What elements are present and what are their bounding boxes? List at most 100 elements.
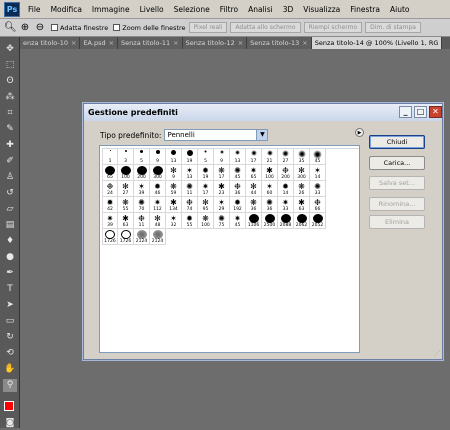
- brush-preset[interactable]: 1726: [118, 229, 134, 245]
- panel-menu-icon[interactable]: ▶: [355, 128, 364, 137]
- menu-modifica[interactable]: Modifica: [46, 0, 87, 19]
- brush-preset[interactable]: 45: [310, 149, 326, 165]
- brush-preset[interactable]: ❋ 17: [214, 165, 230, 181]
- menu-selezione[interactable]: Selezione: [169, 0, 215, 19]
- brush-preset[interactable]: ✹ 19: [198, 165, 214, 181]
- brush-preset[interactable]: ❋ 59: [166, 181, 182, 197]
- brush-preset[interactable]: ✺ 11: [182, 181, 198, 197]
- brush-tool-icon[interactable]: ✐: [3, 155, 17, 168]
- magic-wand-tool-icon[interactable]: ⁂: [3, 91, 17, 104]
- zoom-all-checkbox[interactable]: Zoom delle finestre: [113, 24, 186, 32]
- delete-button[interactable]: Elimina: [369, 215, 425, 229]
- brush-preset[interactable]: ✷ 39: [102, 213, 118, 229]
- hand-tool-icon[interactable]: ✋: [3, 363, 17, 376]
- brush-preset[interactable]: ❉ 74: [182, 197, 198, 213]
- brush-preset[interactable]: ✷ 33: [278, 197, 294, 213]
- history-brush-tool-icon[interactable]: ↺: [3, 187, 17, 200]
- brush-preset[interactable]: 35: [294, 149, 310, 165]
- brush-preset[interactable]: ✻ 44: [246, 181, 262, 197]
- brush-preset[interactable]: ✷ 65: [246, 165, 262, 181]
- brush-preset[interactable]: 2052: [310, 213, 326, 229]
- brush-preset[interactable]: ❋ 36: [246, 197, 262, 213]
- brush-preset[interactable]: ❉ 36: [230, 181, 246, 197]
- brush-preset[interactable]: ✶ 32: [166, 213, 182, 229]
- brush-preset[interactable]: 1726: [102, 229, 118, 245]
- move-tool-icon[interactable]: ✥: [3, 43, 17, 56]
- brush-preset[interactable]: 2088: [278, 213, 294, 229]
- actual-pixels-button[interactable]: Pixel reali: [188, 22, 228, 33]
- brush-preset[interactable]: ✱ 63: [118, 213, 134, 229]
- close-tab-icon[interactable]: ×: [173, 37, 178, 49]
- fill-screen-button[interactable]: Riempi schermo: [303, 22, 363, 33]
- brush-preset[interactable]: 5: [134, 149, 150, 165]
- brush-preset[interactable]: 2062: [294, 213, 310, 229]
- brush-preset[interactable]: ✺ 45: [230, 165, 246, 181]
- close-button[interactable]: Chiudi: [369, 135, 425, 149]
- doc-tab[interactable]: enza titolo-10 ×: [20, 37, 81, 49]
- dialog-title-bar[interactable]: Gestione predefiniti _ □ ✕: [84, 104, 442, 121]
- brush-preset[interactable]: 300: [150, 165, 166, 181]
- menu-finestra[interactable]: Finestra: [345, 0, 385, 19]
- brush-preset[interactable]: 3: [118, 149, 134, 165]
- pen-tool-icon[interactable]: ✒: [3, 267, 17, 280]
- brush-preset[interactable]: ✹ 55: [182, 213, 198, 229]
- zoom-in-icon[interactable]: ⊕: [19, 22, 31, 33]
- zoom-out-icon[interactable]: ⊖: [34, 22, 46, 33]
- path-selection-tool-icon[interactable]: ➤: [3, 299, 17, 312]
- menu-file[interactable]: File: [23, 0, 46, 19]
- adapt-window-checkbox[interactable]: Adatta finestre: [51, 24, 108, 32]
- brush-preset[interactable]: ✹ 42: [102, 197, 118, 213]
- brush-preset[interactable]: 17: [246, 149, 262, 165]
- brush-preset[interactable]: 1: [102, 149, 118, 165]
- brush-preset[interactable]: 100: [118, 165, 134, 181]
- brush-preset[interactable]: ✶ 60: [262, 181, 278, 197]
- brush-preset[interactable]: ✹ 46: [150, 181, 166, 197]
- brush-preset[interactable]: ✹ 192: [230, 197, 246, 213]
- brush-preset[interactable]: ✱ 100: [262, 165, 278, 181]
- blur-tool-icon[interactable]: ♦: [3, 235, 17, 248]
- menu-livello[interactable]: Livello: [135, 0, 169, 19]
- print-size-button[interactable]: Dim. di stampa: [365, 22, 421, 33]
- brush-preset[interactable]: ✱ 23: [214, 181, 230, 197]
- brush-preset[interactable]: ✶ 29: [214, 197, 230, 213]
- brush-preset-list[interactable]: 1 3 5 9 13 19 5 9 13 17 21 27 35 45 65 100 200 300 ✻ 9 ✶ 13 ✹ 1…: [99, 145, 360, 353]
- doc-tab[interactable]: EA.psd ×: [80, 37, 119, 49]
- type-tool-icon[interactable]: T: [3, 283, 17, 296]
- menu-3d[interactable]: 3D: [278, 0, 299, 19]
- brush-preset[interactable]: ✺ 36: [262, 197, 278, 213]
- brush-preset[interactable]: 9: [214, 149, 230, 165]
- brush-preset[interactable]: 19: [182, 149, 198, 165]
- load-button[interactable]: Carica...: [369, 156, 425, 170]
- close-tab-icon[interactable]: ×: [302, 37, 307, 49]
- doc-tab[interactable]: Senza titolo-11 ×: [118, 37, 183, 49]
- brush-preset[interactable]: 21: [262, 149, 278, 165]
- brush-preset[interactable]: ❋ 100: [198, 213, 214, 229]
- doc-tab[interactable]: Senza titolo-12 ×: [182, 37, 248, 49]
- brush-preset[interactable]: 2124: [134, 229, 150, 245]
- crop-tool-icon[interactable]: ⌗: [3, 107, 17, 120]
- brush-preset[interactable]: ✱ 63: [294, 197, 310, 213]
- preset-type-select[interactable]: Pennelli ▼: [164, 129, 269, 141]
- 3d-orbit-tool-icon[interactable]: ⟲: [3, 347, 17, 360]
- shape-tool-icon[interactable]: ▭: [3, 315, 17, 328]
- brush-preset[interactable]: ✷ 45: [230, 213, 246, 229]
- foreground-color-swatch[interactable]: [4, 401, 14, 411]
- brush-preset[interactable]: 1106: [246, 213, 262, 229]
- brush-preset[interactable]: ❉ 11: [134, 213, 150, 229]
- dodge-tool-icon[interactable]: ●: [3, 251, 17, 264]
- brush-preset[interactable]: ✻ 27: [118, 181, 134, 197]
- brush-preset[interactable]: 27: [278, 149, 294, 165]
- doc-tab[interactable]: Senza titolo-13 ×: [247, 37, 312, 49]
- rename-button[interactable]: Rinomina...: [369, 197, 425, 211]
- clone-stamp-tool-icon[interactable]: ♙: [3, 171, 17, 184]
- brush-preset[interactable]: ✺ 33: [310, 181, 326, 197]
- brush-preset[interactable]: 2124: [150, 229, 166, 245]
- brush-preset[interactable]: ❋ 26: [294, 181, 310, 197]
- brush-preset[interactable]: ✷ 112: [150, 197, 166, 213]
- brush-preset[interactable]: ✻ 300: [294, 165, 310, 181]
- brush-preset[interactable]: ✻ 48: [150, 213, 166, 229]
- menu-immagine[interactable]: Immagine: [87, 0, 135, 19]
- brush-preset[interactable]: 200: [134, 165, 150, 181]
- brush-preset[interactable]: 13: [230, 149, 246, 165]
- brush-preset[interactable]: ❋ 55: [118, 197, 134, 213]
